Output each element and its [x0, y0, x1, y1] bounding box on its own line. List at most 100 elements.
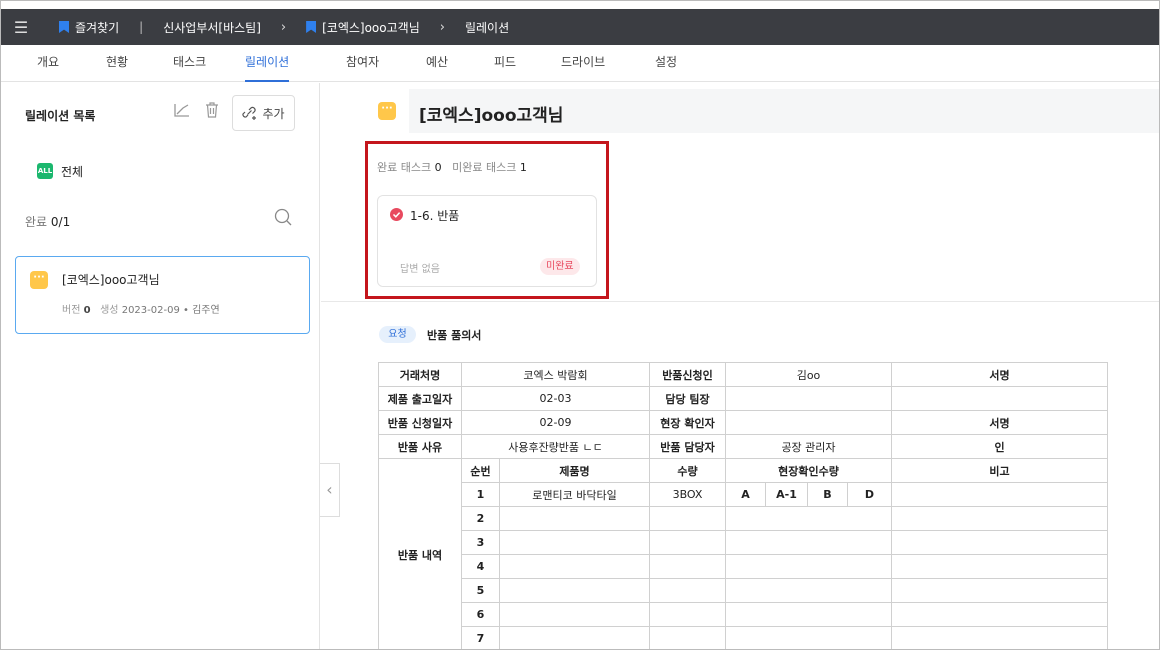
table-cell: 반품신청인 [649, 362, 726, 387]
table-header: 수량 [649, 458, 726, 483]
table-cell: A [725, 482, 766, 507]
table-cell [891, 506, 1108, 531]
table-cell: 서명 [891, 410, 1108, 435]
table-cell: 현장 확인자 [649, 410, 726, 435]
table-row: 거래처명 코엑스 박람회 반품신청인 김oo 서명 [378, 362, 1108, 387]
table-row: 3 [379, 530, 1108, 555]
table-cell: 반품 신청일자 [378, 410, 462, 435]
tab-drive[interactable]: 드라이브 [561, 45, 605, 82]
table-row: 4 [379, 554, 1108, 579]
tab-feed[interactable]: 피드 [494, 45, 516, 82]
table-cell: 02-09 [461, 410, 650, 435]
table-header: 제품명 [499, 458, 650, 483]
table-cell [891, 554, 1108, 579]
breadcrumb-dept[interactable]: 신사업부서[바스팀] [163, 19, 261, 36]
table-row: 반품 사유 사용후잔량반품 ㄴㄷ 반품 담당자 공장 관리자 인 [378, 434, 1108, 459]
done-prefix: 완료 [25, 215, 48, 229]
created-label: 생성 [100, 305, 119, 316]
breadcrumb-favorites[interactable]: 즐겨찾기 [75, 19, 119, 36]
page-title: [코엑스]ooo고객님 [419, 106, 564, 126]
relation-sidebar: 릴레이션 목록 추가 ALL 전체 완료 0/1 ··· [코엑스]ooo고객님 [1, 83, 320, 649]
chat-bubble-icon: ··· [378, 102, 396, 120]
request-title: 반품 품의서 [427, 329, 482, 342]
table-cell: 인 [891, 434, 1108, 459]
table-cell: 6 [461, 602, 500, 627]
table-row: 제품 출고일자 02-03 담당 팀장 [378, 386, 1108, 411]
table-cell: 3 [461, 530, 500, 555]
chevron-right-icon: › [439, 19, 445, 35]
all-badge: ALL [37, 163, 53, 179]
relation-item-meta: 버전 0 생성 2023-02-09 • 김주연 [62, 301, 220, 316]
table-cell: 02-03 [461, 386, 650, 411]
table-cell [649, 602, 726, 627]
link-add-icon [242, 106, 257, 120]
chat-bubble-icon: ··· [30, 271, 48, 289]
tab-overview[interactable]: 개요 [37, 45, 59, 82]
tab-status[interactable]: 현황 [106, 45, 128, 82]
table-cell [499, 554, 650, 579]
table-cell: 공장 관리자 [725, 434, 892, 459]
table-cell [891, 602, 1108, 627]
table-cell [725, 530, 892, 555]
table-cell [891, 578, 1108, 603]
table-cell: 코엑스 박람회 [461, 362, 650, 387]
highlight-box [365, 141, 609, 299]
tab-members[interactable]: 참여자 [346, 45, 379, 82]
add-button-label: 추가 [262, 106, 285, 121]
search-icon[interactable] [274, 208, 292, 226]
table-cell: 서명 [891, 362, 1108, 387]
table-cell [891, 626, 1108, 649]
tab-settings[interactable]: 설정 [655, 45, 677, 82]
table-row: 반품 신청일자 02-09 현장 확인자 서명 [378, 410, 1108, 435]
tab-budget[interactable]: 예산 [426, 45, 448, 82]
table-cell [725, 386, 892, 411]
trash-icon[interactable] [204, 101, 220, 119]
table-cell: 반품 사유 [378, 434, 462, 459]
table-row: 1 로맨티코 바닥타일 3BOX A A-1 B D [379, 482, 1108, 507]
tab-bar: 개요 현황 태스크 릴레이션 참여자 예산 피드 드라이브 설정 [1, 45, 1159, 82]
chevron-right-icon: › [280, 19, 287, 35]
bookmark-icon [306, 21, 317, 33]
chart-icon[interactable] [173, 101, 191, 119]
table-cell: 담당 팀장 [649, 386, 726, 411]
table-cell [649, 530, 726, 555]
divider [321, 301, 1159, 302]
table-header: 비고 [891, 458, 1108, 483]
tab-relations[interactable]: 릴레이션 [245, 45, 290, 82]
table-row: 6 [379, 602, 1108, 627]
relation-list-item[interactable]: ··· [코엑스]ooo고객님 버전 0 생성 2023-02-09 • 김주연 [15, 256, 310, 334]
table-cell [725, 626, 892, 649]
table-cell [499, 602, 650, 627]
table-cell [725, 554, 892, 579]
table-cell [725, 578, 892, 603]
table-cell: 제품 출고일자 [378, 386, 462, 411]
table-row: 7 [379, 626, 1108, 649]
table-cell: B [807, 482, 848, 507]
tab-tasks[interactable]: 태스크 [173, 45, 206, 82]
filter-all[interactable]: 전체 [61, 163, 83, 180]
table-cell [725, 506, 892, 531]
add-button[interactable]: 추가 [232, 95, 295, 131]
app-window: ☰ 즐겨찾기 | 신사업부서[바스팀] › [코엑스]ooo고객님 › 릴레이션… [0, 0, 1160, 650]
table-cell: 로맨티코 바닥타일 [499, 482, 650, 507]
table-cell: 5 [461, 578, 500, 603]
version-label: 버전 [62, 305, 81, 316]
table-cell: 거래처명 [378, 362, 462, 387]
table-cell [499, 530, 650, 555]
bookmark-icon [59, 21, 69, 33]
table-cell: 사용후잔량반품 ㄴㄷ [461, 434, 650, 459]
table-cell [499, 626, 650, 649]
relation-item-title: [코엑스]ooo고객님 [62, 273, 160, 287]
collapse-sidebar-button[interactable]: ‹ [320, 463, 340, 517]
request-badge: 요청 [379, 326, 416, 343]
return-form-table: 거래처명 코엑스 박람회 반품신청인 김oo 서명 제품 출고일자 02-03 … [378, 362, 1108, 649]
breadcrumb-project[interactable]: [코엑스]ooo고객님 [322, 19, 420, 36]
table-cell: 2 [461, 506, 500, 531]
table-cell [649, 626, 726, 649]
table-cell: 김oo [725, 362, 892, 387]
table-cell: 4 [461, 554, 500, 579]
hamburger-menu-icon[interactable]: ☰ [1, 18, 41, 37]
breadcrumb-current: 릴레이션 [464, 20, 510, 35]
table-row: 2 [379, 506, 1108, 531]
version-value: 0 [83, 305, 91, 316]
